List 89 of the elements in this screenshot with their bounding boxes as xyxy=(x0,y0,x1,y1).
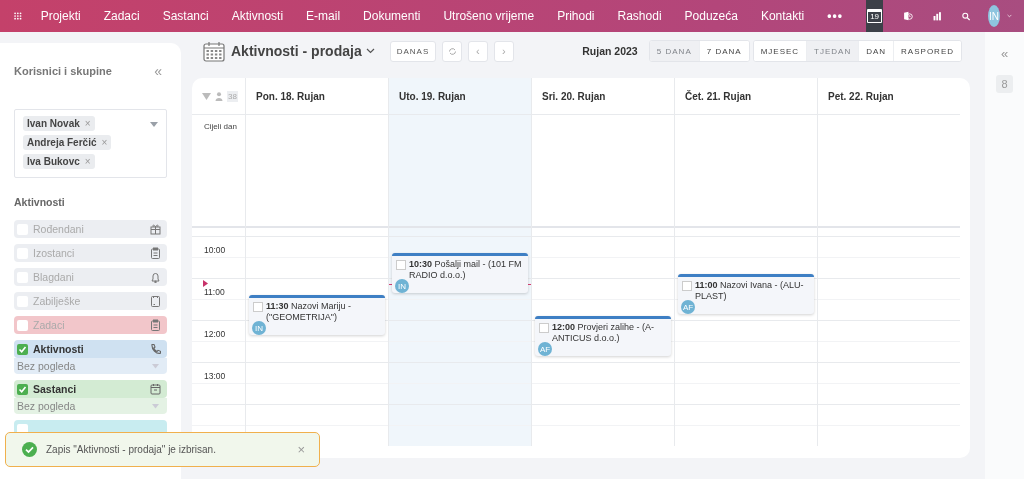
nav-link[interactable]: Sastanci xyxy=(162,9,209,23)
item-label: Zadaci xyxy=(33,319,66,331)
expand-button[interactable]: « xyxy=(1000,46,1009,61)
activity-type-item[interactable]: Aktivnosti xyxy=(14,340,167,358)
hour-label: 10:00 xyxy=(204,245,226,255)
success-icon xyxy=(22,442,37,457)
dropdown-caret-icon[interactable] xyxy=(150,122,158,127)
item-label: Sastanci xyxy=(33,383,78,395)
event-card[interactable]: 12:00 Provjeri zalihe - (A-ANTICUS d.o.o.) AF xyxy=(535,316,671,356)
item-label: Blagdani xyxy=(33,271,75,283)
current-time-marker-icon xyxy=(203,280,208,287)
range-button[interactable]: 5 DANA xyxy=(649,41,699,61)
view-button[interactable]: TJEDAN xyxy=(806,41,859,61)
hour-label: 13:00 xyxy=(204,371,226,381)
nav-link[interactable]: Projekti xyxy=(40,9,81,23)
checkbox[interactable] xyxy=(17,319,28,331)
nav-link[interactable]: Poduzeća xyxy=(684,9,738,23)
hour-label: 11:00 xyxy=(204,287,225,297)
nav-link[interactable]: E-mail xyxy=(306,9,341,23)
checkbox[interactable] xyxy=(17,343,28,355)
range-button[interactable]: 7 DANA xyxy=(698,41,749,61)
item-label: Rođendani xyxy=(33,223,85,235)
item-label: Zabilješke xyxy=(33,295,82,307)
day-header: Uto. 19. Rujan xyxy=(399,90,466,102)
more-link[interactable]: ••• xyxy=(827,9,843,23)
activity-type-item[interactable]: Sastanci xyxy=(14,380,167,398)
view-select[interactable]: Bez pogleda xyxy=(14,398,167,414)
clipboard-icon xyxy=(150,319,161,331)
checkbox[interactable] xyxy=(396,260,406,270)
dropdown-caret-icon[interactable] xyxy=(152,403,159,409)
nav-link[interactable]: Rashodi xyxy=(617,9,662,23)
nav-link[interactable]: Aktivnosti xyxy=(231,9,284,23)
phone-icon xyxy=(150,343,161,355)
view-button[interactable]: RASPORED xyxy=(893,41,961,61)
user-chip[interactable]: Andreja Ferčić × xyxy=(23,135,112,150)
day-header: Pon. 18. Rujan xyxy=(256,90,325,102)
nav-link[interactable]: Kontakti xyxy=(760,9,805,23)
period-label: Rujan 2023 xyxy=(582,45,638,57)
nav-link[interactable]: Dokumenti xyxy=(363,9,421,23)
calendar-button[interactable]: 19 xyxy=(865,0,884,32)
item-label: Izostanci xyxy=(33,247,76,259)
event-card[interactable]: 10:30 Pošalji mail - (101 FM RADIO d.o.o.) IN xyxy=(392,253,528,293)
item-label: Aktivnosti xyxy=(33,343,85,355)
event-title: 12:00 Provjeri zalihe - (A-ANTICUS d.o.o.) xyxy=(552,322,656,344)
view-select[interactable]: Bez pogleda xyxy=(14,358,167,374)
calendar-icon xyxy=(150,383,161,395)
gift-icon xyxy=(150,223,161,235)
all-day-label: Cijeli dan xyxy=(204,122,237,131)
refresh-icon[interactable] xyxy=(447,46,457,56)
user-chip[interactable]: Ivan Novak × xyxy=(23,116,95,131)
owner-avatar: AF xyxy=(538,342,552,356)
collapse-button[interactable]: « xyxy=(154,63,162,79)
owner-avatar: IN xyxy=(252,321,266,335)
owner-avatar: AF xyxy=(681,300,695,314)
toast-message: Zapis "Aktivnosti - prodaja" je izbrisan. xyxy=(46,444,217,455)
checkbox[interactable] xyxy=(682,281,692,291)
event-title: 10:30 Pošalji mail - (101 FM RADIO d.o.o.) xyxy=(409,259,523,281)
event-card[interactable]: 11:00 Nazovi Ivana - (ALU-PLAST) AF xyxy=(678,274,814,314)
checkbox[interactable] xyxy=(17,383,28,395)
checkbox[interactable] xyxy=(253,302,263,312)
day-header: Čet. 21. Rujan xyxy=(685,90,752,102)
hour-label: 12:00 xyxy=(204,329,226,339)
filter-icon[interactable] xyxy=(202,92,211,100)
note-icon xyxy=(150,295,161,307)
close-button[interactable]: × xyxy=(297,442,305,457)
caret-icon[interactable] xyxy=(365,48,375,54)
event-card[interactable]: 11:30 Nazovi Mariju - ("GEOMETRIJA") IN xyxy=(249,295,385,335)
nav-link[interactable]: Zadaci xyxy=(103,9,140,23)
user-chip[interactable]: Iva Bukovc × xyxy=(23,154,95,169)
calendar-title-dropdown[interactable]: Aktivnosti - prodaja xyxy=(231,43,375,59)
calendar-icon xyxy=(203,40,225,62)
bell-icon xyxy=(150,271,161,283)
today-button[interactable]: DANAS xyxy=(389,40,437,62)
day-header: Sri. 20. Rujan xyxy=(542,90,606,102)
checkbox[interactable] xyxy=(539,323,549,333)
user-select-field[interactable]: Ivan Novak × Andreja Ferčić × Iva Bukovc × xyxy=(14,109,167,178)
section-title: Aktivnosti xyxy=(14,196,66,208)
refresh-button[interactable] xyxy=(442,40,463,62)
sidebar-title: Korisnici i skupine xyxy=(14,65,112,77)
apps-grid-icon[interactable] xyxy=(14,9,22,23)
owner-avatar: IN xyxy=(395,279,409,293)
person-icon[interactable] xyxy=(215,91,223,101)
clipboard-icon xyxy=(150,247,161,259)
event-title: 11:00 Nazovi Ivana - (ALU-PLAST) xyxy=(695,280,805,302)
dropdown-caret-icon[interactable] xyxy=(152,363,159,369)
nav-link[interactable]: Prihodi xyxy=(557,9,595,23)
day-header: Pet. 22. Rujan xyxy=(828,90,894,102)
nav-link[interactable]: Utrošeno vrijeme xyxy=(443,9,535,23)
event-title: 11:30 Nazovi Mariju - ("GEOMETRIJA") xyxy=(266,301,353,323)
